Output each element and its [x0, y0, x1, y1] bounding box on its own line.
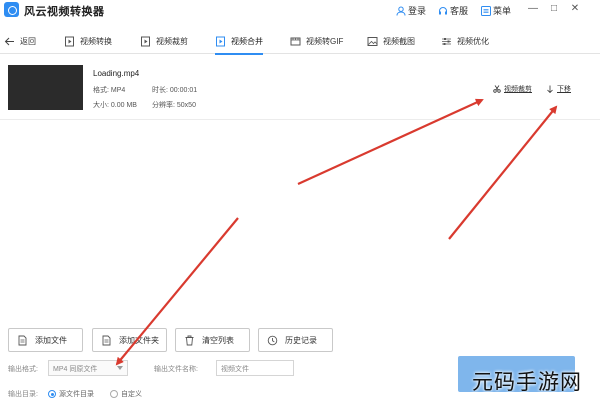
tab-label: 视频优化 — [457, 36, 489, 46]
clear-list-button[interactable]: 清空列表 — [175, 328, 250, 352]
output-filename-input[interactable]: 视频文件 — [216, 360, 294, 376]
tab-video-crop[interactable]: 视频裁剪 — [140, 33, 188, 49]
file-size: 大小: 0.00 MB — [93, 102, 137, 109]
add-file-label: 添加文件 — [35, 335, 67, 345]
video-thumbnail — [8, 65, 83, 110]
history-button[interactable]: 历史记录 — [258, 328, 333, 352]
app-title: 风云视频转换器 — [24, 6, 105, 18]
title-bar: 风云视频转换器 登录 客服 菜单 — □ ✕ — [0, 0, 600, 20]
crop-icon — [141, 36, 150, 46]
tab-label: 视频合并 — [231, 36, 263, 46]
menu-button[interactable]: 菜单 — [481, 4, 511, 17]
chevron-down-icon — [117, 366, 123, 370]
file-format: 格式: MP4 — [93, 87, 126, 94]
history-label: 历史记录 — [285, 335, 317, 345]
arrow-down-icon — [547, 85, 553, 93]
output-dir-source-label: 源文件目录 — [59, 391, 94, 398]
output-dir-custom-label: 自定义 — [121, 391, 142, 398]
headset-icon — [439, 6, 447, 14]
tab-label: 视频转换 — [80, 36, 112, 46]
tab-video-screenshot[interactable]: 视频截图 — [367, 33, 415, 49]
close-button[interactable]: ✕ — [568, 2, 582, 16]
arrow-left-icon — [4, 37, 14, 45]
tab-video-merge[interactable]: 视频合并 — [215, 33, 263, 55]
convert-icon — [65, 36, 74, 46]
toolbar: 返回 视频转换 视频裁剪 视频合并 视频转GIF 视频截图 视频优化 — [0, 28, 600, 55]
minimize-button[interactable]: — — [526, 2, 540, 16]
login-label: 登录 — [408, 6, 427, 16]
row-crop-label: 视频裁剪 — [504, 86, 532, 93]
clock-icon — [267, 335, 278, 345]
document-icon — [102, 335, 111, 345]
document-icon — [18, 335, 27, 345]
maximize-button[interactable]: □ — [547, 2, 561, 16]
scissors-icon — [493, 85, 501, 93]
file-resolution: 分辨率: 50x50 — [152, 102, 196, 109]
user-icon — [396, 6, 406, 16]
file-name: Loading.mp4 — [93, 69, 140, 78]
row-crop-button[interactable]: 视频裁剪 — [493, 84, 532, 94]
output-dir-custom-radio[interactable]: 自定义 — [110, 389, 142, 399]
output-filename-label: 输出文件名称: — [154, 366, 198, 373]
radio-unselected-icon — [110, 390, 118, 398]
output-format-label: 输出格式: — [8, 366, 38, 373]
clear-list-label: 清空列表 — [202, 335, 234, 345]
tab-label: 视频裁剪 — [156, 36, 188, 46]
screenshot-icon — [367, 36, 378, 46]
radio-selected-icon — [48, 390, 56, 398]
row-move-down-button[interactable]: 下移 — [546, 84, 571, 94]
tab-video-optimize[interactable]: 视频优化 — [441, 33, 489, 49]
row-move-down-label: 下移 — [557, 86, 571, 93]
tab-label: 视频截图 — [383, 36, 415, 46]
menu-icon — [481, 5, 491, 16]
menu-label: 菜单 — [493, 6, 512, 16]
output-dir-label: 输出目录: — [8, 391, 38, 398]
output-format-value: MP4 同原文件 — [53, 366, 98, 373]
gif-icon — [290, 37, 301, 45]
file-list-row[interactable]: Loading.mp4 格式: MP4 时长: 00:00:01 大小: 0.0… — [0, 62, 600, 120]
tab-video-to-gif[interactable]: 视频转GIF — [290, 33, 343, 49]
watermark-text: 元码手游网 — [472, 370, 582, 394]
tab-video-convert[interactable]: 视频转换 — [64, 33, 112, 49]
file-duration: 时长: 00:00:01 — [152, 87, 198, 94]
add-file-button[interactable]: 添加文件 — [8, 328, 83, 352]
tab-label: 视频转GIF — [306, 36, 344, 46]
add-folder-button[interactable]: 添加文件夹 — [92, 328, 167, 352]
optimize-icon — [442, 37, 451, 45]
login-button[interactable]: 登录 — [396, 4, 426, 17]
annotation-arrow-to-move-down — [448, 105, 558, 240]
trash-icon — [185, 335, 194, 345]
add-folder-label: 添加文件夹 — [119, 335, 159, 345]
back-button[interactable]: 返回 — [4, 33, 36, 49]
support-button[interactable]: 客服 — [438, 4, 468, 17]
support-label: 客服 — [450, 6, 469, 16]
merge-icon — [216, 36, 225, 46]
app-logo-icon — [4, 2, 19, 17]
output-dir-source-radio[interactable]: 源文件目录 — [48, 389, 94, 399]
output-format-select[interactable]: MP4 同原文件 — [48, 360, 128, 376]
back-label: 返回 — [20, 36, 36, 46]
